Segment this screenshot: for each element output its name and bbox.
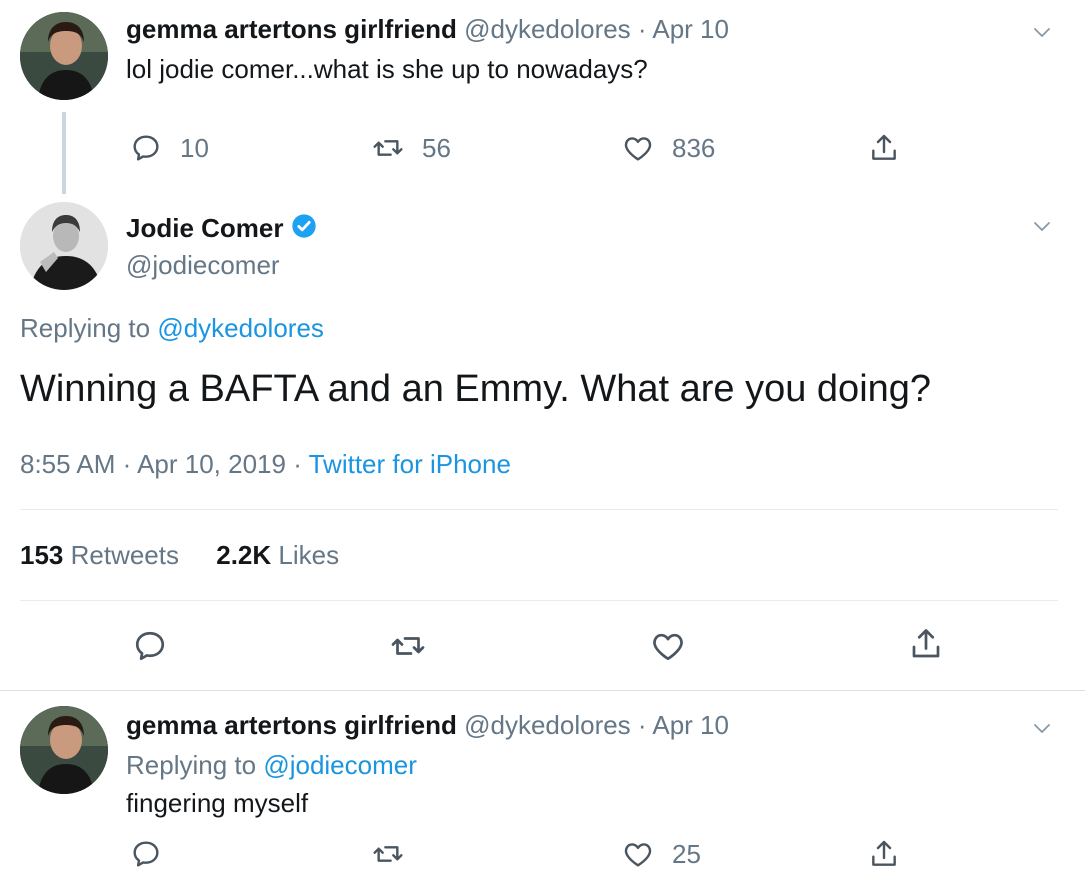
retweet-button[interactable]: 56 bbox=[372, 132, 451, 164]
replying-to: Replying to @dykedolores bbox=[20, 313, 324, 344]
share-button[interactable] bbox=[868, 132, 900, 164]
retweet-label: Retweets bbox=[63, 540, 179, 570]
retweet-count: 153 bbox=[20, 540, 64, 570]
verified-badge-icon bbox=[290, 212, 318, 245]
thread-connector bbox=[62, 112, 66, 194]
reply-button[interactable]: 10 bbox=[130, 132, 209, 164]
chevron-down-icon[interactable] bbox=[1030, 716, 1054, 740]
display-name[interactable]: gemma artertons girlfriend bbox=[126, 14, 457, 44]
handle[interactable]: @dykedolores bbox=[464, 14, 631, 44]
retweet-icon bbox=[372, 132, 404, 164]
like-label: Likes bbox=[271, 540, 340, 570]
heart-icon bbox=[650, 628, 686, 664]
tweet-text: Winning a BAFTA and an Emmy. What are yo… bbox=[20, 368, 932, 410]
replying-prefix: Replying to bbox=[126, 750, 264, 780]
tweet-source[interactable]: Twitter for iPhone bbox=[309, 449, 511, 479]
author-line: Jodie Comer bbox=[126, 212, 318, 245]
tweet-header: gemma artertons girlfriend @dykedolores … bbox=[126, 710, 729, 741]
retweet-button[interactable] bbox=[390, 628, 426, 664]
reply-icon bbox=[130, 838, 162, 870]
share-icon bbox=[868, 838, 900, 870]
retweets-stat[interactable]: 153 Retweets bbox=[20, 540, 179, 570]
retweet-count: 56 bbox=[422, 132, 451, 163]
replying-to: Replying to @jodiecomer bbox=[126, 750, 417, 781]
tweet-date[interactable]: Apr 10 bbox=[652, 710, 729, 740]
divider bbox=[20, 509, 1058, 510]
heart-icon bbox=[622, 132, 654, 164]
avatar[interactable] bbox=[20, 12, 108, 100]
separator: · bbox=[285, 449, 309, 479]
tweet-date[interactable]: Apr 10, 2019 bbox=[137, 449, 286, 479]
tweet-time[interactable]: 8:55 AM bbox=[20, 449, 115, 479]
like-count: 2.2K bbox=[216, 540, 272, 570]
replying-to-link[interactable]: @jodiecomer bbox=[263, 750, 417, 780]
like-count: 25 bbox=[672, 838, 701, 869]
heart-icon bbox=[622, 838, 654, 870]
share-button[interactable] bbox=[868, 838, 900, 870]
retweet-icon bbox=[372, 838, 404, 870]
reply-icon bbox=[132, 628, 168, 664]
display-name[interactable]: Jodie Comer bbox=[126, 213, 284, 244]
share-icon bbox=[908, 626, 944, 662]
handle[interactable]: @jodiecomer bbox=[126, 250, 280, 281]
chevron-down-icon[interactable] bbox=[1030, 20, 1054, 44]
avatar[interactable] bbox=[20, 202, 108, 290]
reply-button[interactable] bbox=[132, 628, 168, 664]
tweet-date[interactable]: Apr 10 bbox=[652, 14, 729, 44]
likes-stat[interactable]: 2.2K Likes bbox=[216, 540, 339, 570]
divider bbox=[0, 690, 1085, 691]
avatar[interactable] bbox=[20, 706, 108, 794]
share-button[interactable] bbox=[908, 626, 944, 662]
replying-prefix: Replying to bbox=[20, 313, 158, 343]
reply-count: 10 bbox=[180, 132, 209, 163]
retweet-icon bbox=[390, 628, 426, 664]
retweet-button[interactable] bbox=[372, 838, 404, 870]
separator: · bbox=[630, 710, 653, 740]
like-count: 836 bbox=[672, 132, 716, 163]
like-button[interactable] bbox=[650, 628, 686, 664]
like-button[interactable]: 25 bbox=[622, 838, 701, 870]
handle[interactable]: @dykedolores bbox=[464, 710, 631, 740]
tweet-header: gemma artertons girlfriend @dykedolores … bbox=[126, 14, 729, 45]
reply-icon bbox=[130, 132, 162, 164]
like-button[interactable]: 836 bbox=[622, 132, 715, 164]
separator: · bbox=[115, 449, 138, 479]
tweet-text: lol jodie comer...what is she up to nowa… bbox=[126, 54, 648, 84]
reply-button[interactable] bbox=[130, 838, 162, 870]
separator: · bbox=[630, 14, 653, 44]
tweet-text: fingering myself bbox=[126, 788, 309, 818]
engagement-stats: 153 Retweets 2.2K Likes bbox=[20, 540, 339, 571]
replying-to-link[interactable]: @dykedolores bbox=[157, 313, 324, 343]
tweet-meta: 8:55 AM · Apr 10, 2019 · Twitter for iPh… bbox=[20, 449, 511, 480]
divider bbox=[20, 600, 1058, 601]
display-name[interactable]: gemma artertons girlfriend bbox=[126, 710, 457, 740]
chevron-down-icon[interactable] bbox=[1030, 214, 1054, 238]
share-icon bbox=[868, 132, 900, 164]
